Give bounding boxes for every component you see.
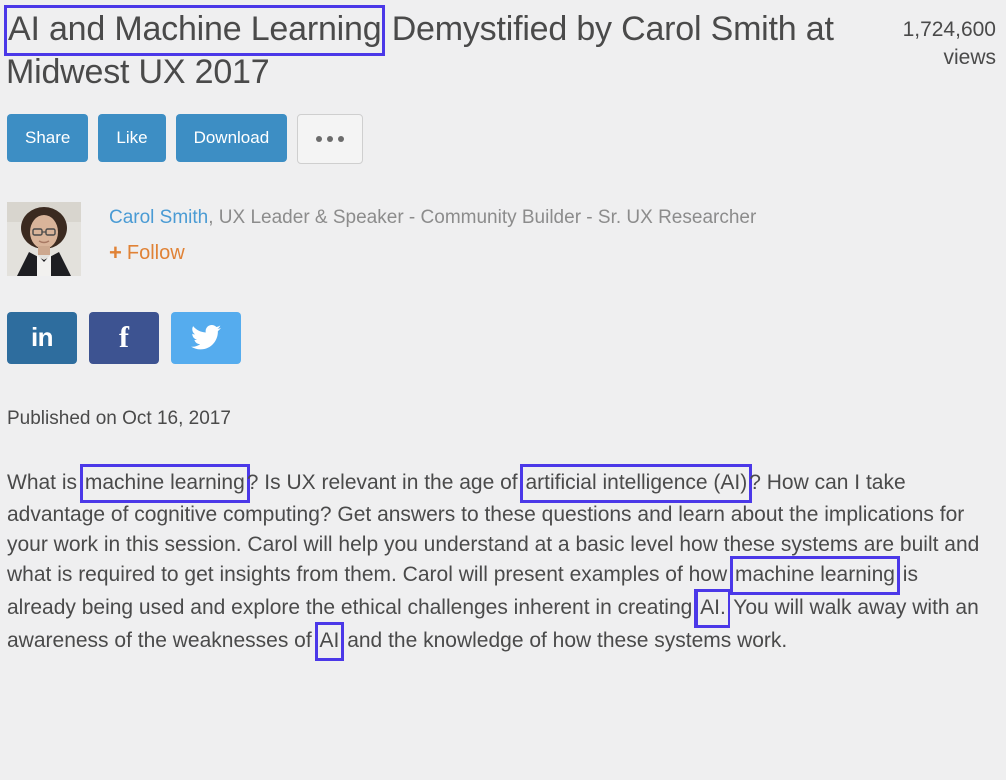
highlight-ai-1: AI. bbox=[698, 592, 728, 625]
author-name-link[interactable]: Carol Smith bbox=[109, 207, 208, 228]
author-block: Carol Smith, UX Leader & Speaker - Commu… bbox=[0, 164, 1006, 276]
page-header: AI and Machine Learning Demystified by C… bbox=[0, 0, 1006, 93]
linkedin-share-button[interactable]: in bbox=[7, 311, 77, 364]
plus-icon: + bbox=[109, 240, 122, 266]
follow-button[interactable]: + Follow bbox=[109, 242, 185, 265]
highlight-ai-2: AI bbox=[318, 625, 342, 658]
facebook-icon: f bbox=[119, 320, 129, 354]
share-button[interactable]: Share bbox=[7, 113, 89, 162]
page-title: AI and Machine Learning Demystified by C… bbox=[6, 8, 846, 93]
social-share-bar: in f bbox=[0, 276, 1006, 364]
action-button-bar: Share Like Download bbox=[0, 93, 1006, 164]
follow-label: Follow bbox=[126, 241, 185, 264]
title-container: AI and Machine Learning Demystified by C… bbox=[6, 8, 846, 93]
ellipsis-icon bbox=[327, 135, 334, 142]
view-count-block: 1,724,600 views bbox=[846, 8, 998, 72]
view-count-number: 1,724,600 bbox=[902, 18, 996, 41]
ellipsis-icon bbox=[338, 135, 345, 142]
published-date: Published on Oct 16, 2017 bbox=[7, 407, 231, 429]
more-options-button[interactable] bbox=[297, 113, 364, 164]
title-highlight-box: AI and Machine Learning bbox=[7, 8, 382, 53]
avatar-image bbox=[7, 201, 81, 276]
highlight-machine-learning-2: machine learning bbox=[733, 559, 897, 592]
desc-segment: What is bbox=[7, 470, 83, 494]
author-line: Carol Smith, UX Leader & Speaker - Commu… bbox=[109, 207, 756, 230]
desc-segment: and the knowledge of how these systems w… bbox=[341, 628, 788, 652]
twitter-icon bbox=[191, 325, 221, 350]
like-button[interactable]: Like bbox=[98, 113, 166, 162]
ellipsis-icon bbox=[316, 135, 323, 142]
linkedin-icon: in bbox=[30, 322, 54, 353]
download-button[interactable]: Download bbox=[175, 113, 288, 162]
avatar[interactable] bbox=[7, 201, 81, 276]
highlight-artificial-intelligence: artificial intelligence (AI) bbox=[523, 467, 749, 500]
twitter-share-button[interactable] bbox=[171, 311, 241, 364]
author-details: Carol Smith, UX Leader & Speaker - Commu… bbox=[81, 202, 756, 265]
highlight-machine-learning-1: machine learning bbox=[83, 467, 247, 500]
facebook-share-button[interactable]: f bbox=[89, 311, 159, 364]
view-count-label: views bbox=[943, 45, 996, 69]
description-text: What is machine learning? Is UX relevant… bbox=[0, 430, 1006, 658]
author-bio: , UX Leader & Speaker - Community Builde… bbox=[208, 206, 757, 228]
desc-segment: ? Is UX relevant in the age of bbox=[246, 470, 524, 494]
